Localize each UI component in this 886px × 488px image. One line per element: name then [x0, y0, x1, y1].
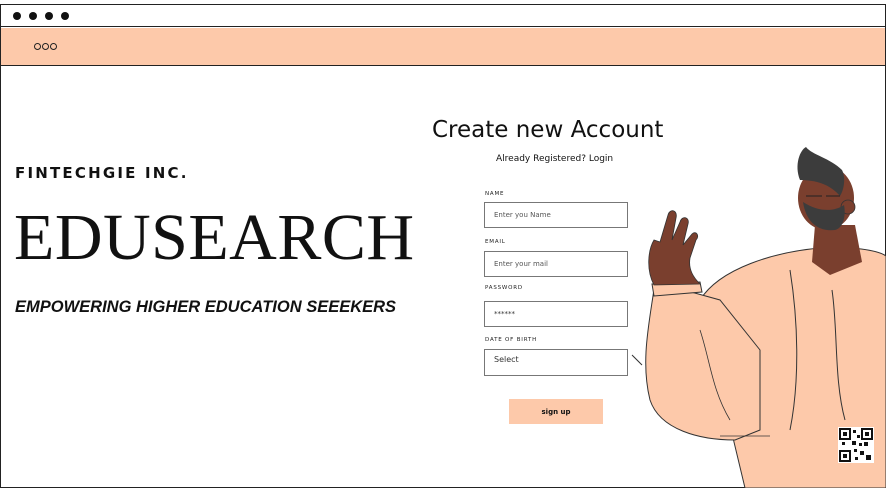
qr-code-icon [838, 427, 874, 463]
company-name: FINTECHGIE INC. [15, 164, 189, 182]
menu-circle [42, 43, 49, 50]
password-field[interactable] [484, 301, 628, 327]
window-dots [13, 12, 69, 20]
window-dot-icon[interactable] [13, 12, 21, 20]
window-dot-icon[interactable] [29, 12, 37, 20]
email-label: EMAIL [485, 239, 506, 245]
login-link[interactable]: Already Registered? Login [496, 154, 613, 164]
brand-title: EDUSEARCH [14, 201, 415, 274]
name-label: NAME [485, 191, 505, 197]
menu-circle [50, 43, 57, 50]
nav-bar [1, 28, 885, 66]
dob-select[interactable]: Select [484, 349, 628, 376]
dob-label: DATE OF BIRTH [485, 337, 538, 343]
window-dot-icon[interactable] [61, 12, 69, 20]
tagline: EMPOWERING HIGHER EDUCATION SEEEKERS [15, 298, 397, 316]
name-field[interactable] [484, 202, 628, 228]
form-subtitle: Already Registered? Login [496, 154, 613, 164]
sign-up-button[interactable]: sign up [509, 399, 603, 424]
more-horizontal-icon[interactable] [34, 43, 57, 50]
password-label: PASSWORD [485, 285, 523, 291]
window-dot-icon[interactable] [45, 12, 53, 20]
title-bar [1, 5, 885, 27]
email-field[interactable] [484, 251, 628, 277]
menu-circle [34, 43, 41, 50]
